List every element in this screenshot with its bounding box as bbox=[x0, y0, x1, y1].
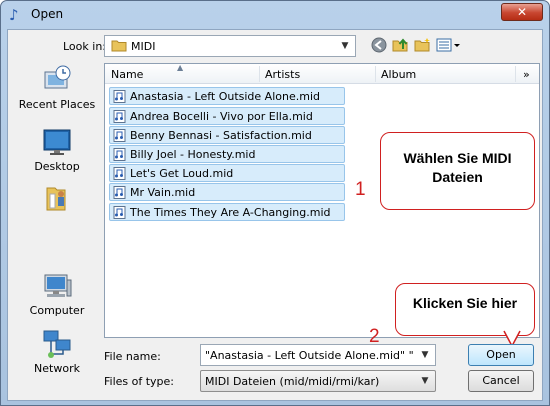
lookin-combo[interactable]: MIDI ▼ bbox=[104, 35, 356, 57]
callout-select-files: Wählen Sie MIDI Dateien bbox=[380, 132, 535, 210]
midi-file-icon bbox=[113, 206, 126, 219]
list-item[interactable]: Mr Vain.mid bbox=[109, 183, 345, 201]
file-name: Mr Vain.mid bbox=[130, 186, 196, 199]
file-type-label: Files of type: bbox=[104, 375, 175, 388]
places-bar: Recent Places Desktop Computer Network bbox=[10, 64, 104, 375]
place-label: Computer bbox=[29, 304, 85, 317]
list-item[interactable]: Billy Joel - Honesty.mid bbox=[109, 145, 345, 163]
sort-ascending-icon: ▲ bbox=[177, 63, 184, 72]
up-folder-icon[interactable] bbox=[392, 37, 410, 55]
column-artists[interactable]: Artists bbox=[265, 68, 300, 81]
step-number-1: 1 bbox=[355, 179, 366, 200]
column-divider[interactable] bbox=[259, 66, 260, 82]
list-item[interactable]: Let's Get Loud.mid bbox=[109, 164, 345, 182]
midi-file-icon bbox=[113, 186, 126, 199]
file-name: Benny Bennasi - Satisfaction.mid bbox=[130, 129, 312, 142]
new-folder-icon[interactable] bbox=[414, 37, 432, 55]
callout-click-open: Klicken Sie hier bbox=[395, 283, 535, 336]
midi-file-icon bbox=[113, 129, 126, 142]
list-item[interactable]: Benny Bennasi - Satisfaction.mid bbox=[109, 126, 345, 144]
midi-file-icon bbox=[113, 110, 126, 123]
file-type-select[interactable]: MIDI Dateien (mid/midi/rmi/kar) ▼ bbox=[200, 370, 436, 392]
chevron-down-icon[interactable]: ▼ bbox=[418, 348, 432, 362]
user-folder-icon bbox=[41, 182, 73, 214]
midi-file-icon bbox=[113, 167, 126, 180]
file-name: Let's Get Loud.mid bbox=[130, 167, 234, 180]
callout-text-line2: Dateien bbox=[432, 169, 483, 185]
midi-file-icon bbox=[113, 90, 126, 103]
place-desktop[interactable]: Desktop bbox=[10, 126, 104, 173]
file-name: The Times They Are A-Changing.mid bbox=[130, 206, 331, 219]
place-label: Network bbox=[34, 362, 80, 375]
list-item[interactable]: The Times They Are A-Changing.mid bbox=[109, 203, 345, 221]
title-bar: ♪ Open ✕ bbox=[1, 1, 549, 29]
dialog-body: Look in: MIDI ▼ Recent Places Desktop Co… bbox=[7, 29, 543, 401]
column-divider[interactable] bbox=[375, 66, 376, 82]
file-name: Billy Joel - Honesty.mid bbox=[130, 148, 256, 161]
network-icon bbox=[41, 328, 73, 360]
recent-places-icon bbox=[41, 64, 73, 96]
midi-file-icon bbox=[113, 148, 126, 161]
window-title: Open bbox=[31, 7, 64, 21]
place-computer[interactable]: Computer bbox=[10, 270, 104, 317]
callout-text-line1: Wählen Sie MIDI bbox=[403, 150, 512, 166]
list-item[interactable]: Andrea Bocelli - Vivo por Ella.mid bbox=[109, 107, 345, 125]
place-user-folder[interactable] bbox=[10, 182, 104, 216]
lookin-value: MIDI bbox=[131, 40, 156, 53]
file-type-value: MIDI Dateien (mid/midi/rmi/kar) bbox=[205, 375, 380, 388]
chevron-down-icon[interactable]: ▼ bbox=[338, 39, 352, 53]
back-icon[interactable] bbox=[370, 37, 388, 55]
place-network[interactable]: Network bbox=[10, 328, 104, 375]
list-item[interactable]: Anastasia - Left Outside Alone.mid bbox=[109, 87, 345, 105]
desktop-icon bbox=[41, 126, 73, 158]
cancel-button[interactable]: Cancel bbox=[468, 370, 534, 392]
open-dialog: ♪ Open ✕ Look in: MIDI ▼ Recent Places D… bbox=[0, 0, 550, 406]
views-menu-icon[interactable] bbox=[436, 37, 462, 55]
file-name-field[interactable]: "Anastasia - Left Outside Alone.mid" "An… bbox=[200, 344, 436, 366]
computer-icon bbox=[41, 270, 73, 302]
lookin-label: Look in: bbox=[63, 40, 106, 53]
close-button[interactable]: ✕ bbox=[501, 3, 543, 21]
file-list[interactable]: Name ▲ Artists Album » Anastasia - Left … bbox=[104, 63, 540, 347]
column-name[interactable]: Name bbox=[111, 68, 143, 81]
place-recent-places[interactable]: Recent Places bbox=[10, 64, 104, 111]
music-note-icon: ♪ bbox=[9, 6, 19, 24]
place-label: Recent Places bbox=[18, 98, 96, 111]
place-label: Desktop bbox=[34, 160, 80, 173]
file-name: Andrea Bocelli - Vivo por Ella.mid bbox=[130, 110, 313, 123]
chevron-down-icon[interactable]: ▼ bbox=[418, 374, 432, 388]
callout-text: Klicken Sie hier bbox=[412, 295, 518, 311]
column-album[interactable]: Album bbox=[381, 68, 416, 81]
more-columns-button[interactable]: » bbox=[523, 68, 530, 81]
folder-icon bbox=[111, 40, 127, 52]
column-header: Name ▲ Artists Album » bbox=[105, 63, 539, 84]
file-name: Anastasia - Left Outside Alone.mid bbox=[130, 90, 320, 103]
column-divider[interactable] bbox=[515, 66, 516, 82]
open-button[interactable]: Open bbox=[468, 344, 534, 366]
file-name-label: File name: bbox=[104, 350, 161, 363]
file-name-value: "Anastasia - Left Outside Alone.mid" "An… bbox=[205, 349, 413, 362]
